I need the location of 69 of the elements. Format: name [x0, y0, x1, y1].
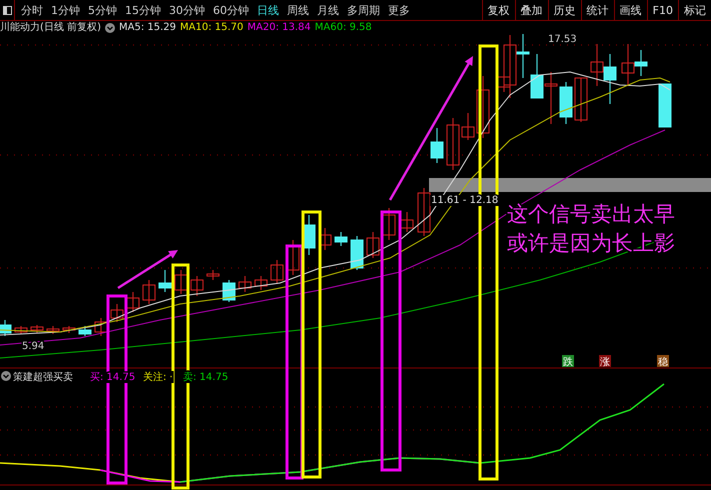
- moving-average-value: MA20: 13.84: [247, 21, 311, 34]
- candlestick: [560, 82, 572, 124]
- candlestick: [574, 78, 588, 122]
- period-tab[interactable]: 分时: [17, 0, 47, 20]
- candlestick: [126, 292, 140, 312]
- candlestick: [174, 270, 188, 294]
- period-tab[interactable]: 更多: [384, 0, 414, 20]
- indicator-menu-icon[interactable]: [1, 371, 11, 381]
- candlestick: [158, 270, 172, 292]
- moving-average-value: MA5: 15.29: [118, 21, 176, 34]
- candlestick: [110, 304, 124, 322]
- period-tab[interactable]: 5分钟: [84, 0, 121, 20]
- panel-toggle-icon[interactable]: [2, 6, 12, 14]
- candlestick: [190, 276, 204, 296]
- candlestick: [0, 320, 12, 336]
- candlestick: [46, 326, 60, 334]
- candlestick: [318, 228, 332, 250]
- candlestick: [604, 54, 616, 104]
- candlestick: [78, 326, 92, 336]
- candlestick: [350, 236, 364, 270]
- candlestick: [590, 44, 604, 86]
- candlestick: [544, 72, 558, 124]
- high-price-label: 17.53: [548, 34, 577, 45]
- candlestick: [366, 232, 380, 258]
- candlestick: [446, 118, 460, 170]
- indicator-value: 卖: 14.75: [183, 372, 228, 383]
- period-tab[interactable]: 周线: [283, 0, 313, 20]
- moving-average-value: MA10: 15.70: [180, 21, 244, 34]
- candlestick: [418, 188, 430, 236]
- candlestick: [430, 128, 444, 164]
- candlestick: [206, 270, 220, 280]
- candlestick: [238, 276, 252, 292]
- period-tab[interactable]: 日线: [253, 0, 283, 20]
- candlestick: [62, 326, 76, 334]
- dropdown-icon[interactable]: [104, 22, 115, 32]
- period-tab[interactable]: 60分钟: [209, 0, 253, 20]
- candlestick: [658, 84, 672, 128]
- arrow: [117, 250, 178, 290]
- candlestick: [286, 240, 300, 276]
- candlestick: [14, 326, 28, 334]
- candlestick: [30, 324, 44, 334]
- period-tab[interactable]: 1分钟: [47, 0, 84, 20]
- low-price-label: 5.94: [22, 341, 44, 352]
- candlestick: [94, 318, 108, 336]
- period-tab[interactable]: 30分钟: [165, 0, 209, 20]
- candlestick: [530, 54, 544, 98]
- signal-badge: 跌: [562, 355, 574, 368]
- signal-badge: 涨: [599, 355, 611, 368]
- signal-badge: 稳: [657, 355, 669, 368]
- annotation-text: 这个信号卖出太早: [507, 202, 675, 226]
- candlestick: [382, 208, 396, 240]
- candlestick: [142, 280, 156, 304]
- candlestick: [254, 276, 268, 290]
- candlestick: [400, 212, 414, 232]
- candlestick: [334, 232, 348, 246]
- candlestick: [222, 280, 236, 302]
- indicator-value: 买: 14.75: [90, 372, 136, 383]
- candlestick: [270, 260, 284, 284]
- indicator-value: 关注: ·: [143, 372, 173, 383]
- chart-title: 川能动力(日线 前复权): [0, 21, 101, 34]
- candlestick: [476, 76, 490, 138]
- period-tab[interactable]: 15分钟: [121, 0, 165, 20]
- period-tab[interactable]: 月线: [313, 0, 343, 20]
- price-range-label: 11.61 - 12.18: [431, 195, 498, 206]
- candlestick: [302, 214, 316, 256]
- moving-average-value: MA60: 9.58: [314, 21, 372, 34]
- candlestick: [462, 112, 474, 140]
- period-tab[interactable]: 多周期: [343, 0, 384, 20]
- indicator-name: 策建超强买卖: [13, 372, 73, 383]
